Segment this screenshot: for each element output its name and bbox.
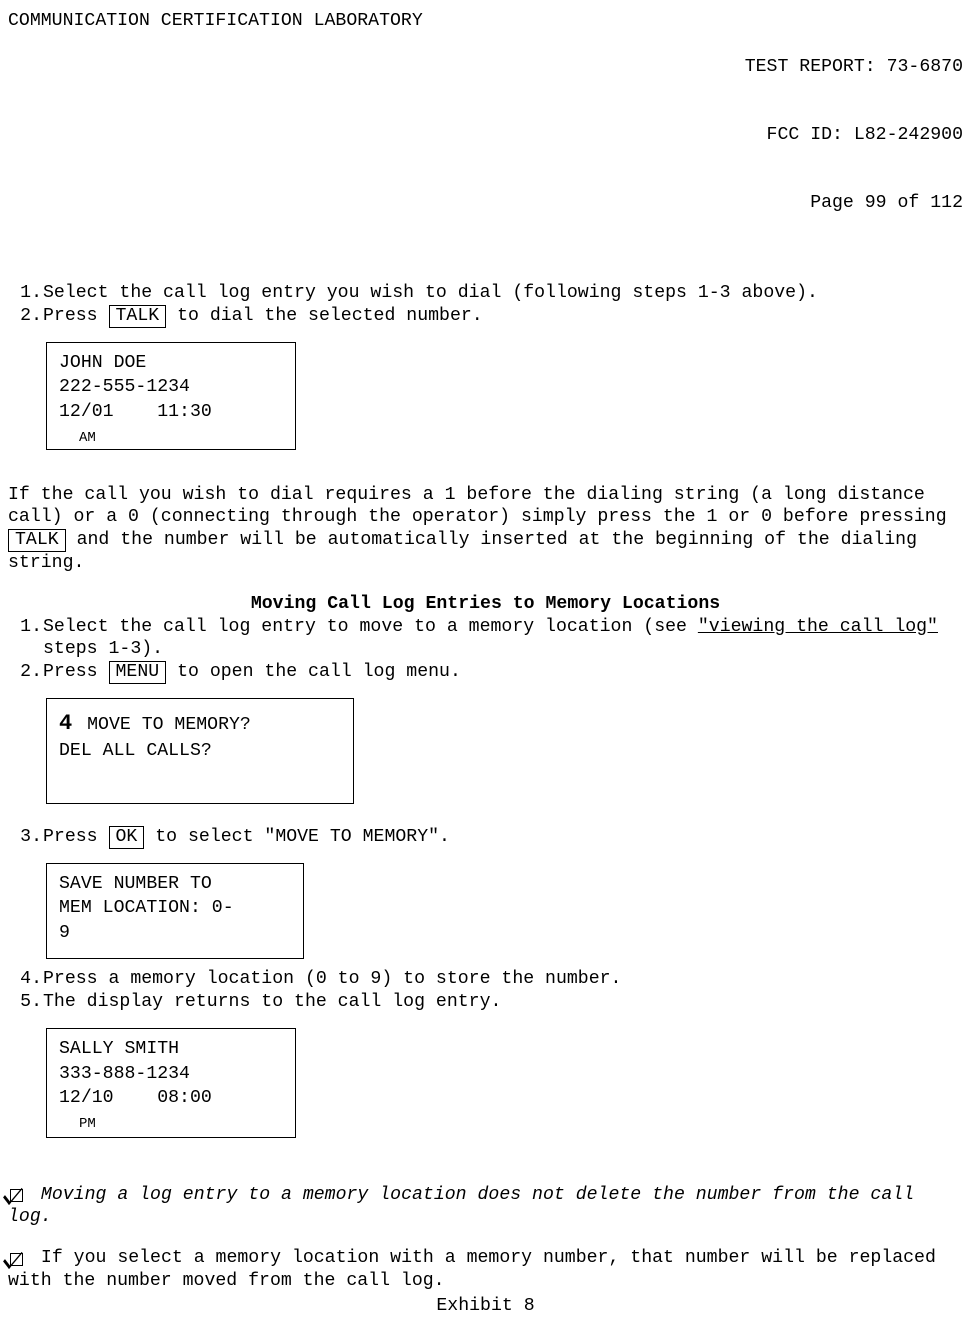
step-list-dial: 1. Select the call log entry you wish to… [8,282,963,328]
lcd-line: 4 MOVE TO MEMORY? [59,709,341,739]
lcd-line: AM [59,429,283,448]
step-text: Select the call log entry to move to a m… [43,616,963,662]
lcd-line: 12/10 08:00 [59,1086,283,1111]
lcd-line: PM [59,1115,283,1134]
step-4-5-wrap: 4. Press a memory location (0 to 9) to s… [8,968,963,1014]
section-title: Moving Call Log Entries to Memory Locati… [8,593,963,616]
lcd-line: JOHN DOE [59,351,283,376]
note-2: If you select a memory location with a m… [8,1247,963,1293]
lcd-line: 333-888-1234 [59,1062,283,1087]
step-2: 2. Press TALK to dial the selected numbe… [8,305,963,328]
step-text: Select the call log entry you wish to di… [43,282,963,305]
step-text: The display returns to the call log entr… [43,991,963,1014]
lcd-line: 12/01 11:30 [59,400,283,425]
step-text: Press OK to select "MOVE TO MEMORY". [43,826,963,849]
lcd-screen-sally-smith: SALLY SMITH 333-888-1234 12/10 08:00 PM [46,1028,296,1138]
step-list-move: 1. Select the call log entry to move to … [8,616,963,684]
step-2: 2. Press MENU to open the call log menu. [8,661,963,684]
note-1: Moving a log entry to a memory location … [8,1184,963,1230]
lcd-line: DEL ALL CALLS? [59,739,341,764]
lcd-line: SAVE NUMBER TO [59,872,291,897]
step-1: 1. Select the call log entry to move to … [8,616,963,662]
step-num: 2. [8,305,43,328]
lcd-line: 9 [59,921,291,946]
fcc-id: FCC ID: L82-242900 [745,124,963,147]
step-text: Press TALK to dial the selected number. [43,305,963,328]
step-3: 3. Press OK to select "MOVE TO MEMORY". [8,826,963,849]
lcd-screen-save-prompt: SAVE NUMBER TO MEM LOCATION: 0- 9 [46,863,304,959]
step-num: 1. [8,282,43,305]
step-5: 5. The display returns to the call log e… [8,991,963,1014]
checkmark-icon [8,1186,28,1206]
lcd-line: 222-555-1234 [59,375,283,400]
ok-key: OK [109,826,145,849]
step-num: 3. [8,826,43,849]
lcd-line: SALLY SMITH [59,1037,283,1062]
step-4: 4. Press a memory location (0 to 9) to s… [8,968,963,991]
step-3-wrap: 3. Press OK to select "MOVE TO MEMORY". [8,826,963,849]
talk-key: TALK [8,529,66,552]
step-1: 1. Select the call log entry you wish to… [8,282,963,305]
step-num: 1. [8,616,43,662]
step-num: 4. [8,968,43,991]
page-header: COMMUNICATION CERTIFICATION LABORATORY T… [8,10,963,260]
menu-key: MENU [109,661,167,684]
step-text: Press MENU to open the call log menu. [43,661,963,684]
header-left: COMMUNICATION CERTIFICATION LABORATORY [8,10,423,260]
talk-key: TALK [109,305,167,328]
lcd-screen-move-menu: 4 MOVE TO MEMORY? DEL ALL CALLS? [46,698,354,804]
header-right: TEST REPORT: 73-6870 FCC ID: L82-242900 … [745,10,963,260]
step-num: 2. [8,661,43,684]
step-text: Press a memory location (0 to 9) to stor… [43,968,963,991]
paragraph-prefix-dial: If the call you wish to dial requires a … [8,484,963,575]
exhibit-footer: Exhibit 8 [8,1295,963,1318]
checkmark-icon [8,1250,28,1270]
test-report: TEST REPORT: 73-6870 [745,56,963,79]
lcd-screen-john-doe: JOHN DOE 222-555-1234 12/01 11:30 AM [46,342,296,450]
step-num: 5. [8,991,43,1014]
lcd-line: MEM LOCATION: 0- [59,896,291,921]
page-number: Page 99 of 112 [745,192,963,215]
